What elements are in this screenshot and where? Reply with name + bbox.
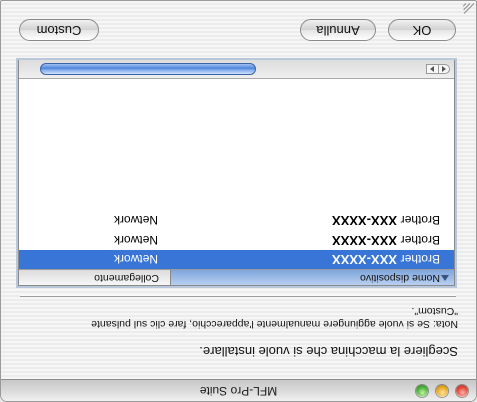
installer-window: MFL-Pro Suite Scegliere la macchina che …	[0, 0, 477, 402]
connection-cell: Network	[113, 213, 158, 227]
ok-button[interactable]: OK	[388, 19, 456, 41]
horizontal-scrollbar[interactable]	[19, 60, 454, 79]
table-header: Nome dispositivo Collegamento	[19, 269, 454, 285]
instruction-text: Scegliere la macchina che si vuole insta…	[199, 344, 458, 359]
connection-cell: Network	[113, 233, 158, 247]
rotated-stage: MFL-Pro Suite Scegliere la macchina che …	[0, 0, 477, 402]
sort-ascending-icon	[441, 275, 449, 281]
scroll-thumb[interactable]	[40, 63, 256, 75]
device-name-cell: Brother XXX-XXXX	[332, 252, 440, 267]
device-model: XXX-XXXX	[331, 252, 398, 267]
table-row-2[interactable]: Brother XXX-XXXX Network	[19, 231, 454, 250]
column-header-name[interactable]: Nome dispositivo	[170, 270, 454, 285]
window-title: MFL-Pro Suite	[199, 384, 278, 398]
device-brand: Brother	[400, 233, 440, 247]
scroll-left-arrow-icon[interactable]	[438, 64, 450, 74]
connection-cell: Network	[113, 252, 158, 266]
column-header-name-label: Nome dispositivo	[360, 272, 440, 284]
device-brand: Brother	[400, 252, 440, 266]
device-brand: Brother	[400, 213, 440, 227]
title-bar[interactable]: MFL-Pro Suite	[1, 379, 476, 401]
device-table[interactable]: Nome dispositivo Collegamento Brother XX…	[18, 60, 455, 286]
table-row-1[interactable]: Brother XXX-XXXX Network	[19, 250, 454, 269]
device-model: XXX-XXXX	[331, 233, 398, 248]
custom-button[interactable]: Custom	[19, 19, 99, 41]
cancel-button[interactable]: Annulla	[300, 19, 376, 41]
note-line-2: "Custom".	[411, 305, 458, 317]
note-line-1: Nota: Se si vuole aggiungere manualmente…	[91, 318, 458, 330]
table-row-3[interactable]: Brother XXX-XXXX Network	[19, 211, 454, 230]
device-model: XXX-XXXX	[331, 213, 398, 228]
device-name-cell: Brother XXX-XXXX	[332, 213, 440, 228]
scroll-right-arrow-icon[interactable]	[426, 64, 438, 74]
device-name-cell: Brother XXX-XXXX	[332, 233, 440, 248]
resize-grip-icon[interactable]	[462, 3, 476, 16]
column-header-connection[interactable]: Collegamento	[19, 270, 169, 284]
separator	[20, 295, 456, 297]
